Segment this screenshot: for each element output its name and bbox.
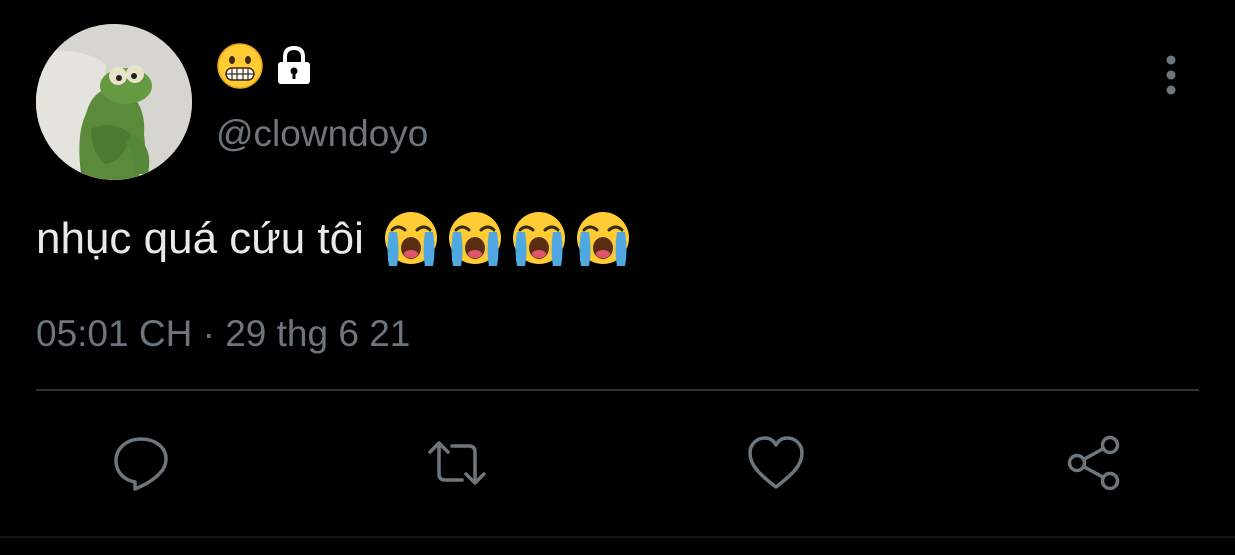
retweet-icon — [428, 441, 486, 485]
comment-bubble-icon — [114, 437, 168, 491]
like-button[interactable] — [745, 432, 807, 494]
loudly-crying-face-icon — [448, 212, 501, 266]
heart-icon — [748, 436, 804, 489]
loudly-crying-face-icon — [512, 212, 565, 266]
share-button[interactable] — [1063, 432, 1125, 494]
grimacing-face-icon — [216, 42, 264, 90]
more-options-icon[interactable] — [1155, 52, 1187, 100]
divider — [36, 389, 1199, 391]
bottom-divider — [0, 536, 1235, 538]
lock-icon — [272, 44, 316, 88]
tweet-timestamp[interactable]: 05:01 CH · 29 thg 6 21 — [36, 306, 410, 362]
loudly-crying-face-icon — [576, 212, 629, 266]
user-handle[interactable]: @clowndoyo — [216, 110, 428, 158]
tweet-body: nhục quá cứu tôi — [36, 204, 634, 274]
avatar-image — [36, 24, 192, 180]
display-name[interactable] — [216, 42, 316, 90]
loudly-crying-face-icon — [384, 212, 437, 266]
avatar[interactable] — [36, 24, 192, 180]
retweet-button[interactable] — [426, 432, 488, 494]
tweet-text: nhục quá cứu tôi — [36, 214, 364, 263]
tweet-emojis — [380, 208, 634, 270]
share-icon — [1067, 435, 1120, 491]
reply-button[interactable] — [110, 432, 172, 494]
